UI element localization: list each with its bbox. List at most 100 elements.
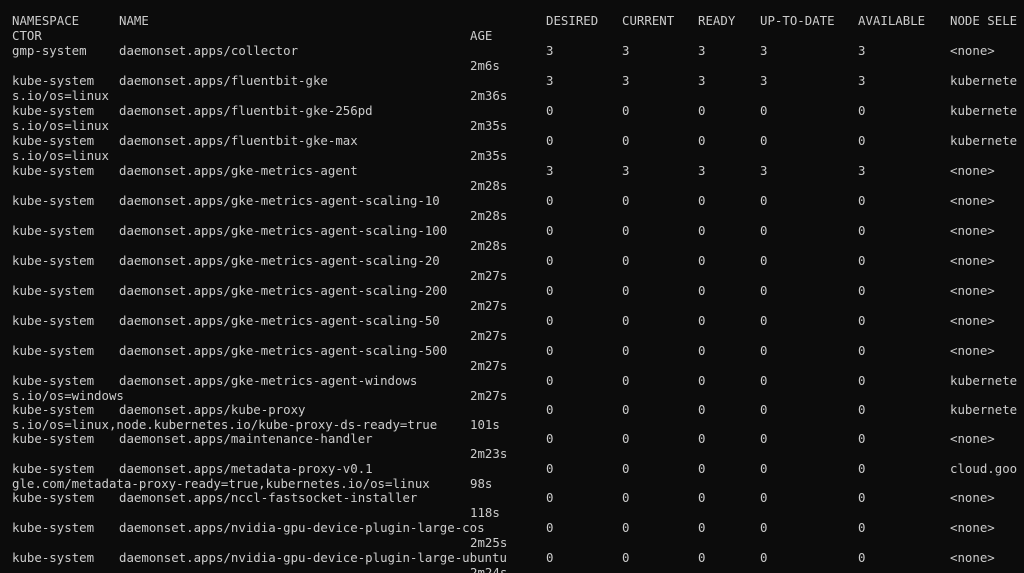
up-to-date-cell: 0: [760, 343, 768, 358]
available-cell: 3: [858, 73, 866, 88]
up-to-date-cell: 0: [760, 490, 768, 505]
name-cell: daemonset.apps/maintenance-handler: [119, 431, 373, 446]
name-cell: daemonset.apps/gke-metrics-agent: [119, 163, 358, 178]
available-cell: 0: [858, 373, 866, 388]
up-to-date-cell: 0: [760, 283, 768, 298]
current-cell: 3: [622, 73, 630, 88]
available-cell: 0: [858, 283, 866, 298]
age-cell: 2m35s: [470, 118, 508, 133]
namespace-cell: kube-system: [12, 373, 95, 388]
available-cell: 0: [858, 313, 866, 328]
header-up-to-date: UP-TO-DATE: [760, 13, 835, 28]
table-row: kube-system daemonset.apps/metadata-prox…: [0, 461, 1024, 491]
desired-cell: 0: [546, 461, 554, 476]
name-cell: daemonset.apps/gke-metrics-agent-scaling…: [119, 193, 440, 208]
name-cell: daemonset.apps/nvidia-gpu-device-plugin-…: [119, 550, 507, 565]
header-desired: DESIRED: [546, 13, 599, 28]
age-cell: 2m6s: [470, 58, 500, 73]
node-selector-cell: <none>: [950, 343, 995, 358]
up-to-date-cell: 0: [760, 193, 768, 208]
age-cell: 2m25s: [470, 535, 508, 550]
namespace-cell: kube-system: [12, 253, 95, 268]
table-row: kube-system daemonset.apps/fluentbit-gke…: [0, 133, 1024, 163]
age-cell: 118s: [470, 505, 500, 520]
up-to-date-cell: 0: [760, 253, 768, 268]
table-row: kube-system daemonset.apps/gke-metrics-a…: [0, 313, 1024, 343]
ready-cell: 3: [698, 163, 706, 178]
header-node-selector-cont: CTOR: [12, 28, 42, 43]
ready-cell: 0: [698, 431, 706, 446]
name-cell: daemonset.apps/nccl-fastsocket-installer: [119, 490, 418, 505]
age-cell: 2m28s: [470, 238, 508, 253]
name-cell: daemonset.apps/fluentbit-gke-256pd: [119, 103, 373, 118]
age-cell: 2m35s: [470, 148, 508, 163]
age-cell: 2m27s: [470, 388, 508, 403]
table-row: kube-system daemonset.apps/gke-metrics-a…: [0, 223, 1024, 253]
name-cell: daemonset.apps/gke-metrics-agent-scaling…: [119, 343, 448, 358]
table-row: kube-system daemonset.apps/gke-metrics-a…: [0, 253, 1024, 283]
age-cell: 2m28s: [470, 178, 508, 193]
up-to-date-cell: 0: [760, 313, 768, 328]
header-current: CURRENT: [622, 13, 675, 28]
header-name: NAME: [119, 13, 149, 28]
terminal-window[interactable]: NAMESPACE NAME DESIRED CURRENT READY UP-…: [0, 0, 1024, 573]
namespace-cell: kube-system: [12, 490, 95, 505]
table-row: kube-system daemonset.apps/fluentbit-gke…: [0, 73, 1024, 103]
namespace-cell: kube-system: [12, 431, 95, 446]
table-row: kube-system daemonset.apps/nvidia-gpu-de…: [0, 550, 1024, 573]
available-cell: 0: [858, 490, 866, 505]
current-cell: 0: [622, 313, 630, 328]
table-header: NAMESPACE NAME DESIRED CURRENT READY UP-…: [0, 13, 1024, 43]
ready-cell: 0: [698, 373, 706, 388]
table-row: kube-system daemonset.apps/nvidia-gpu-de…: [0, 520, 1024, 550]
name-cell: daemonset.apps/gke-metrics-agent-scaling…: [119, 283, 448, 298]
node-selector-cont-cell: s.io/os=windows: [12, 388, 124, 403]
namespace-cell: kube-system: [12, 343, 95, 358]
name-cell: daemonset.apps/metadata-proxy-v0.1: [119, 461, 373, 476]
node-selector-cell: <none>: [950, 520, 995, 535]
namespace-cell: kube-system: [12, 461, 95, 476]
up-to-date-cell: 3: [760, 73, 768, 88]
ready-cell: 0: [698, 343, 706, 358]
current-cell: 3: [622, 163, 630, 178]
desired-cell: 3: [546, 163, 554, 178]
node-selector-cell: <none>: [950, 431, 995, 446]
up-to-date-cell: 0: [760, 431, 768, 446]
header-age: AGE: [470, 28, 493, 43]
node-selector-cell: <none>: [950, 163, 995, 178]
ready-cell: 0: [698, 223, 706, 238]
node-selector-cell: <none>: [950, 223, 995, 238]
up-to-date-cell: 3: [760, 163, 768, 178]
name-cell: daemonset.apps/nvidia-gpu-device-plugin-…: [119, 520, 485, 535]
age-cell: 2m27s: [470, 298, 508, 313]
desired-cell: 0: [546, 431, 554, 446]
node-selector-cell: <none>: [950, 253, 995, 268]
header-namespace: NAMESPACE: [12, 13, 80, 28]
current-cell: 3: [622, 43, 630, 58]
current-cell: 0: [622, 490, 630, 505]
name-cell: daemonset.apps/kube-proxy: [119, 402, 306, 417]
namespace-cell: kube-system: [12, 103, 95, 118]
age-cell: 2m28s: [470, 208, 508, 223]
current-cell: 0: [622, 253, 630, 268]
node-selector-cont-cell: s.io/os=linux: [12, 148, 109, 163]
name-cell: daemonset.apps/fluentbit-gke: [119, 73, 328, 88]
table-row: gmp-system daemonset.apps/collector 3 3 …: [0, 43, 1024, 73]
ready-cell: 0: [698, 550, 706, 565]
available-cell: 0: [858, 550, 866, 565]
desired-cell: 0: [546, 402, 554, 417]
desired-cell: 0: [546, 103, 554, 118]
desired-cell: 0: [546, 490, 554, 505]
ready-cell: 0: [698, 461, 706, 476]
available-cell: 0: [858, 193, 866, 208]
available-cell: 3: [858, 163, 866, 178]
current-cell: 0: [622, 373, 630, 388]
desired-cell: 0: [546, 253, 554, 268]
up-to-date-cell: 0: [760, 103, 768, 118]
up-to-date-cell: 0: [760, 520, 768, 535]
table-row: kube-system daemonset.apps/maintenance-h…: [0, 431, 1024, 461]
desired-cell: 3: [546, 43, 554, 58]
desired-cell: 3: [546, 73, 554, 88]
name-cell: daemonset.apps/collector: [119, 43, 299, 58]
age-cell: 2m27s: [470, 358, 508, 373]
